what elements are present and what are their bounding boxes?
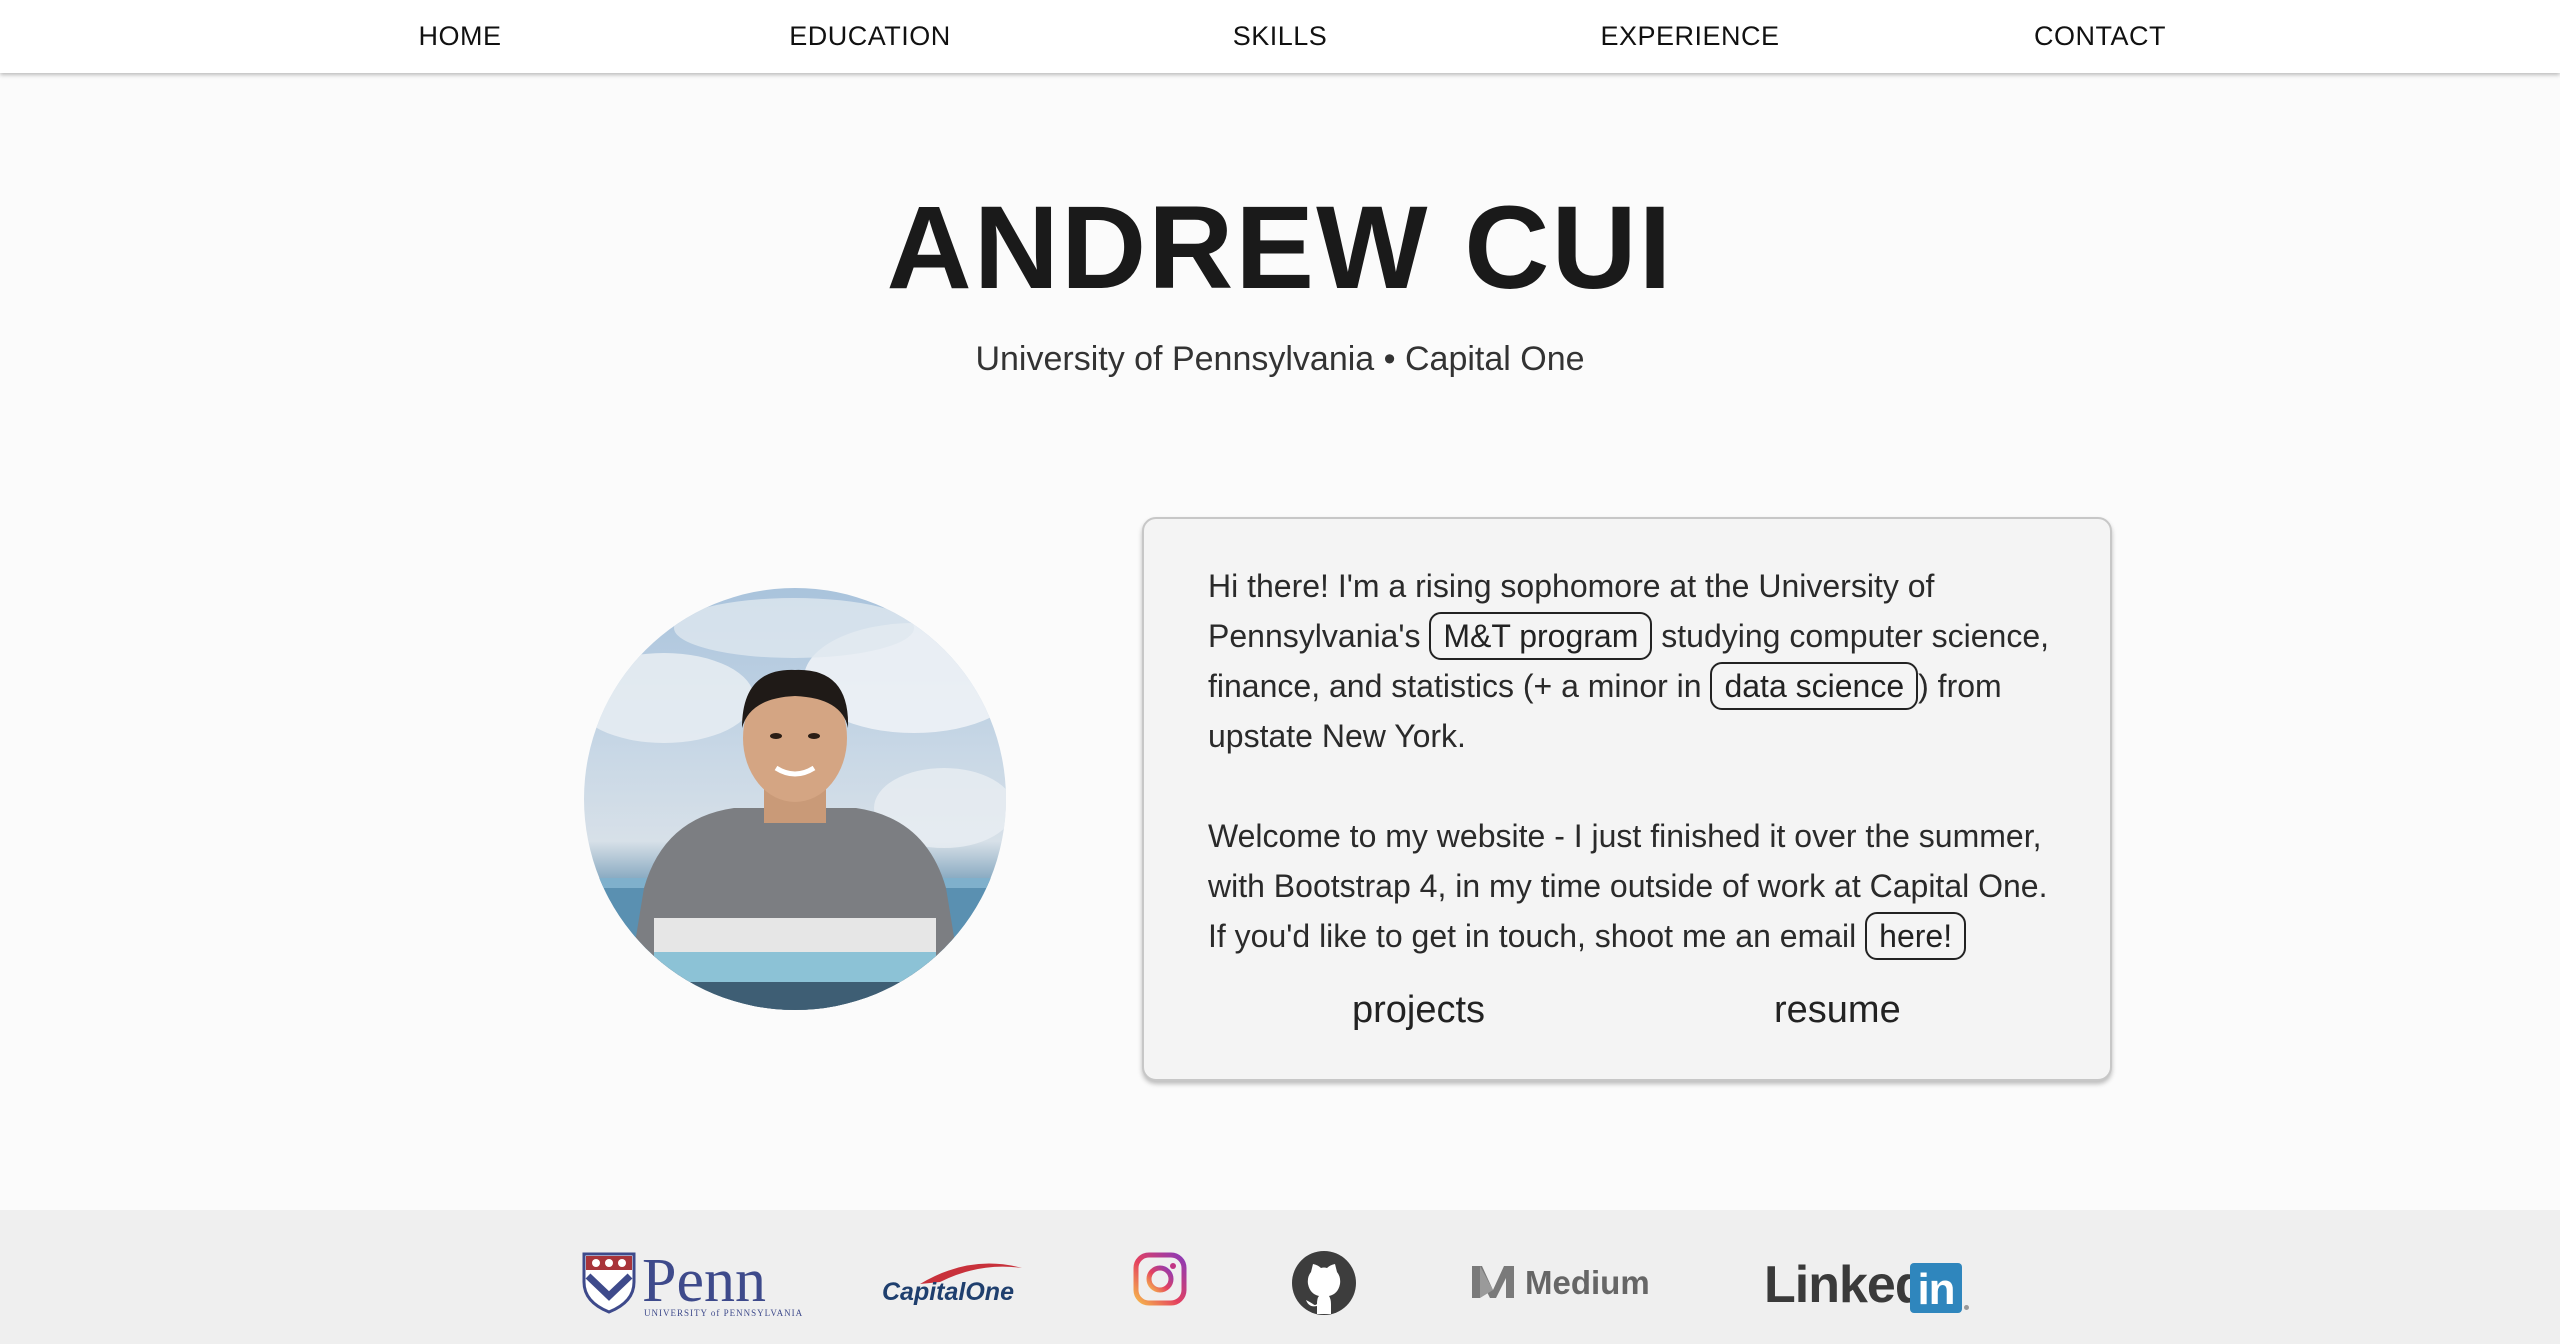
avatar xyxy=(584,588,1006,1010)
linkedin-registered-dot xyxy=(1964,1305,1969,1310)
medium-wordmark: Medium xyxy=(1525,1264,1650,1301)
nav-contact[interactable]: CONTACT xyxy=(1895,0,2305,73)
top-navbar: HOME EDUCATION SKILLS EXPERIENCE CONTACT xyxy=(0,0,2560,73)
nav-experience[interactable]: EXPERIENCE xyxy=(1485,0,1895,73)
mt-program-link[interactable]: M&T program xyxy=(1429,612,1653,660)
penn-logo[interactable]: Penn UNIVERSITY of PENNSYLVANIA xyxy=(582,1247,802,1318)
github-link[interactable] xyxy=(1291,1250,1357,1316)
penn-logo-icon xyxy=(582,1252,636,1314)
linkedin-link[interactable]: Linked in xyxy=(1764,1255,1974,1315)
linkedin-icon: in xyxy=(1910,1263,1962,1314)
nav-skills[interactable]: SKILLS xyxy=(1075,0,1485,73)
footer: Penn UNIVERSITY of PENNSYLVANIA CapitalO… xyxy=(0,1210,2560,1344)
penn-subtitle: UNIVERSITY of PENNSYLVANIA xyxy=(644,1308,804,1318)
profile-photo xyxy=(584,598,1006,1010)
about-paragraph-1: Hi there! I'm a rising sophomore at the … xyxy=(1208,561,2058,761)
capital-one-logo[interactable]: CapitalOne xyxy=(880,1258,1030,1314)
medium-icon xyxy=(1472,1266,1514,1298)
page-title: ANDREW CUI xyxy=(886,182,1674,314)
nav-home[interactable]: HOME xyxy=(255,0,665,73)
linkedin-wordmark: Linked xyxy=(1764,1256,1927,1314)
capital-one-wordmark: CapitalOne xyxy=(882,1278,1014,1306)
projects-link[interactable]: projects xyxy=(1352,989,1485,1032)
about-card: Hi there! I'm a rising sophomore at the … xyxy=(1142,517,2112,1081)
email-link[interactable]: here! xyxy=(1865,912,1967,960)
github-icon xyxy=(1292,1251,1356,1315)
medium-link[interactable]: Medium xyxy=(1470,1260,1650,1304)
about-text: Hi there! I'm a rising sophomore at the … xyxy=(1208,561,2058,961)
resume-link[interactable]: resume xyxy=(1774,989,1901,1032)
page-subtitle: University of Pennsylvania • Capital One xyxy=(975,340,1585,378)
penn-wordmark: Penn xyxy=(642,1247,766,1315)
data-science-link[interactable]: data science xyxy=(1710,662,1919,710)
about-paragraph-2: Welcome to my website - I just finished … xyxy=(1208,811,2058,961)
instagram-link[interactable] xyxy=(1133,1252,1187,1306)
nav-education[interactable]: EDUCATION xyxy=(665,0,1075,73)
instagram-icon xyxy=(1133,1252,1187,1306)
